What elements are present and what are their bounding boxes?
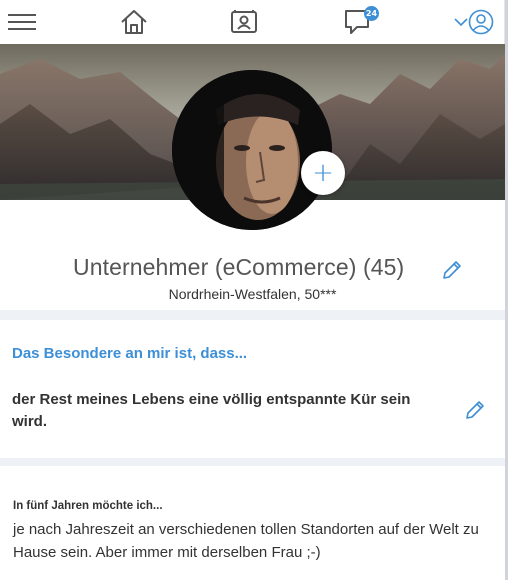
top-navigation: 24: [0, 0, 505, 44]
edit-special-button[interactable]: [463, 398, 487, 422]
pencil-icon: [466, 401, 484, 419]
menu-button[interactable]: [4, 0, 40, 44]
profile-title: Unternehmer (eCommerce) (45): [73, 254, 405, 280]
profile-avatar: [172, 70, 332, 230]
profile-location: Nordrhein-Westfalen, 50***: [168, 286, 337, 302]
contacts-button[interactable]: [226, 0, 262, 44]
add-photo-button[interactable]: +: [301, 151, 345, 195]
pencil-icon: [443, 261, 461, 279]
special-text: der Rest meines Lebens eine völlig entsp…: [12, 391, 411, 430]
contact-card-icon: [231, 10, 257, 33]
chevron-down-icon: [454, 18, 468, 27]
future-heading: In fünf Jahren möchte ich...: [13, 500, 163, 512]
future-text: je nach Jahreszeit an verschiedenen toll…: [13, 521, 479, 561]
hamburger-menu-icon: [8, 14, 36, 30]
home-icon: [121, 10, 147, 34]
edit-title-button[interactable]: [440, 258, 464, 282]
special-heading: Das Besondere an mir ist, dass...: [12, 345, 248, 362]
home-button[interactable]: [116, 0, 152, 44]
profile-menu-button[interactable]: [446, 0, 502, 44]
message-count-badge: 24: [364, 6, 379, 21]
user-circle-icon: [468, 9, 494, 35]
plus-icon: +: [312, 158, 334, 188]
